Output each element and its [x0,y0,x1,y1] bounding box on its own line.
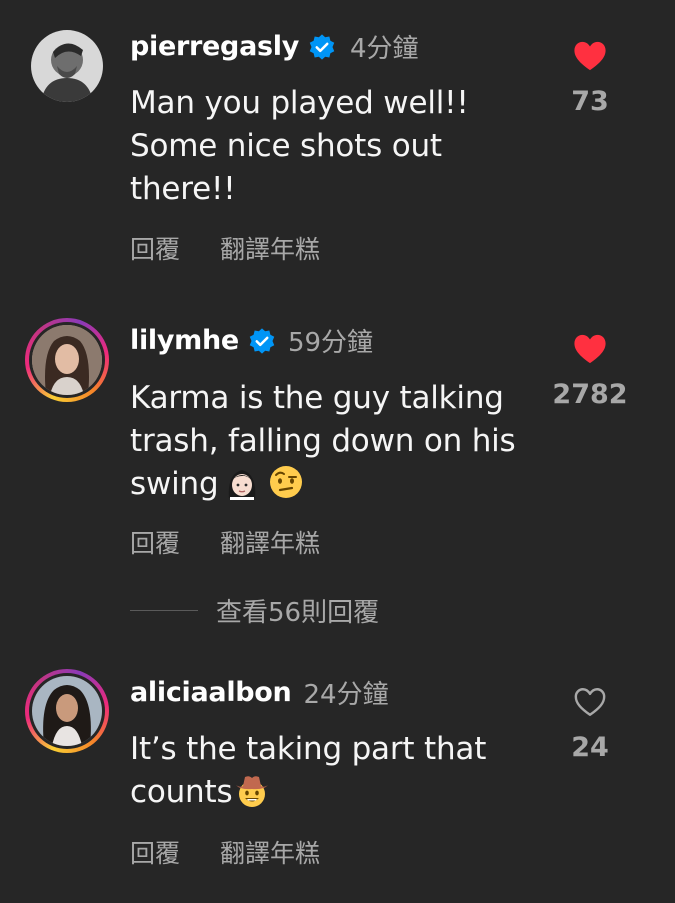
reply-button[interactable]: 回覆 [130,834,220,870]
cowboy-hat-face-emoji [236,776,269,807]
face-with-raised-eyebrow-emoji [270,466,303,498]
comment-time: 4分鐘 [350,34,419,64]
username[interactable]: lilymhe [130,325,239,356]
avatar-image [32,676,102,746]
verified-badge-icon [309,33,335,60]
avatar-image [32,325,102,395]
heart-outline-icon[interactable] [573,686,607,718]
username[interactable]: aliciaalbon [130,677,292,708]
view-replies-button[interactable]: 查看56則回覆 [130,592,379,629]
like-count: 2782 [552,379,628,410]
avatar[interactable] [25,318,109,402]
translate-button[interactable]: 翻譯年糕 [220,834,320,870]
avatar[interactable] [25,669,109,753]
reply-button[interactable]: 回覆 [130,524,220,560]
heart-filled-icon[interactable] [573,333,607,365]
comment-text-content: It’s the taking part that counts [130,731,487,810]
reply-button[interactable]: 回覆 [130,230,220,266]
like-count: 24 [571,732,609,763]
verified-badge-icon [249,327,275,354]
translate-button[interactable]: 翻譯年糕 [220,524,320,560]
comment-time: 59分鐘 [287,328,374,358]
like-count: 73 [571,86,609,117]
avatar[interactable] [31,30,103,102]
comment-text: It’s the taking part that counts [130,728,550,814]
avatar-image [31,30,103,102]
divider [130,610,198,611]
comment-text: Man you played well!! Some nice shots ou… [130,85,469,207]
comment-text: Karma is the guy talking trash, falling … [130,377,550,506]
comment-text-content: Karma is the guy talking trash, falling … [130,380,516,502]
translate-button[interactable]: 翻譯年糕 [220,230,320,266]
woman-face-emoji [229,470,256,500]
heart-filled-icon[interactable] [573,40,607,72]
username[interactable]: pierregasly [130,31,299,62]
comment-time: 24分鐘 [303,680,389,710]
view-replies-label[interactable]: 查看56則回覆 [216,592,379,629]
